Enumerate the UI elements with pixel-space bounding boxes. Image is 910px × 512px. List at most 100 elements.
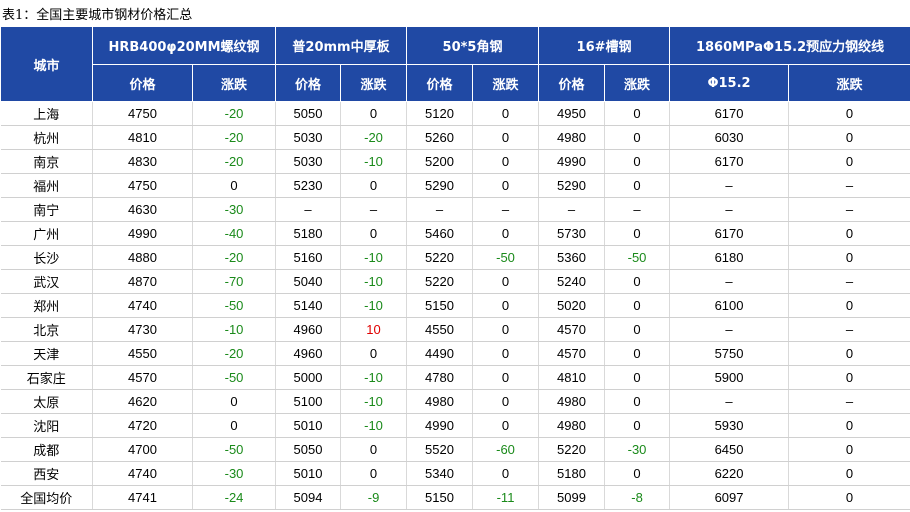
price-cell: 5290 [406,173,474,198]
change-cell: -20 [192,245,277,270]
steel-price-table: 城市 HRB400φ20MM螺纹钢 普20mm中厚板 50*5角钢 16#槽钢 … [0,26,910,510]
table-row: 太原 4620 0 5100 -10 4980 0 4980 0– – [0,389,910,414]
price-cell: 4980 [538,125,606,150]
header-sub: 涨跌 [340,64,408,102]
change-cell: -20 [340,125,408,150]
price-cell: – [669,173,790,198]
price-cell: 5360 [538,245,606,270]
price-cell: 5220 [406,269,474,294]
price-cell: 5099 [538,485,606,510]
price-cell: 5094 [275,485,342,510]
price-cell: 5140 [275,293,342,318]
price-cell: 6170 [669,149,790,174]
change-cell: 0 [472,413,540,438]
header-sub: 价格 [406,64,474,102]
price-cell: 4880 [92,245,193,270]
change-cell: 0 [472,101,540,126]
change-cell: -30 [192,461,277,486]
change-cell: 0 [192,173,277,198]
price-cell: 4990 [92,221,193,246]
price-cell: 6097 [669,485,790,510]
change-cell: – [788,317,910,342]
price-cell: 4750 [92,101,193,126]
header-sub: 价格 [538,64,606,102]
change-cell: 0 [604,125,671,150]
price-cell: – [538,197,606,222]
price-cell: 5150 [406,293,474,318]
price-cell: 4740 [92,293,193,318]
change-cell: – [788,269,910,294]
header-group-channel: 16#槽钢 [538,26,671,65]
change-cell: 0 [472,149,540,174]
change-cell: -24 [192,485,277,510]
table-row: 北京 4730 -10 4960 10 4550 0 4570 0– – [0,317,910,342]
price-cell: 5260 [406,125,474,150]
change-cell: 0 [788,365,910,390]
change-cell: 0 [604,389,671,414]
table-row: 郑州 4740 -50 5140 -10 5150 0 5020 0 6100 0 [0,293,910,318]
price-cell: 5730 [538,221,606,246]
price-cell: 5180 [538,461,606,486]
header-sub: Φ15.2 [669,64,790,102]
change-cell: -11 [472,485,540,510]
price-cell: – [669,389,790,414]
header-group-strand: 1860MPaΦ15.2预应力钢绞线 [669,26,910,65]
price-cell: 4740 [92,461,193,486]
city-cell: 全国均价 [0,485,93,510]
change-cell: -9 [340,485,408,510]
change-cell: -8 [604,485,671,510]
header-sub: 涨跌 [604,64,671,102]
change-cell: 0 [788,341,910,366]
header-sub: 涨跌 [191,64,277,102]
price-cell: 5030 [275,149,342,174]
change-cell: 0 [472,269,540,294]
change-cell: -20 [192,125,277,150]
change-cell: -10 [340,245,408,270]
price-cell: 5150 [406,485,474,510]
change-cell: 0 [340,101,408,126]
table-row: 广州 4990 -40 5180 0 5460 0 5730 0 6170 0 [0,221,910,246]
city-cell: 太原 [0,389,93,414]
price-cell: 4700 [92,437,193,462]
price-cell: 4741 [92,485,193,510]
city-cell: 南京 [0,149,93,174]
price-cell: 5930 [669,413,790,438]
price-cell: 4990 [406,413,474,438]
city-cell: 杭州 [0,125,93,150]
price-cell: 4550 [406,317,474,342]
table-row: 南宁 4630 -30– – – – – – – – [0,197,910,222]
change-cell: 0 [472,221,540,246]
change-cell: 0 [604,461,671,486]
change-cell: 0 [604,101,671,126]
price-cell: 5010 [275,461,342,486]
change-cell: -20 [192,341,277,366]
price-cell: 6220 [669,461,790,486]
city-cell: 上海 [0,101,93,126]
price-cell: 5030 [275,125,342,150]
price-cell: 4870 [92,269,193,294]
city-cell: 北京 [0,317,93,342]
city-cell: 西安 [0,461,93,486]
city-cell: 广州 [0,221,93,246]
change-cell: -10 [340,149,408,174]
change-cell: -40 [192,221,277,246]
price-cell: 5290 [538,173,606,198]
city-cell: 长沙 [0,245,93,270]
change-cell: 0 [604,269,671,294]
price-cell: 5050 [275,437,342,462]
city-cell: 石家庄 [0,365,93,390]
table-row: 南京 4830 -20 5030 -10 5200 0 4990 0 6170 0 [0,149,910,174]
change-cell: – [788,173,910,198]
price-cell: 4570 [538,317,606,342]
price-cell: – [669,317,790,342]
change-cell: -10 [340,293,408,318]
city-cell: 南宁 [0,197,93,222]
change-cell: 0 [472,317,540,342]
price-cell: 5160 [275,245,342,270]
price-cell: 5100 [275,389,342,414]
price-cell: 4980 [538,413,606,438]
price-cell: 5040 [275,269,342,294]
city-cell: 郑州 [0,293,93,318]
price-cell: 5230 [275,173,342,198]
change-cell: -50 [192,293,277,318]
